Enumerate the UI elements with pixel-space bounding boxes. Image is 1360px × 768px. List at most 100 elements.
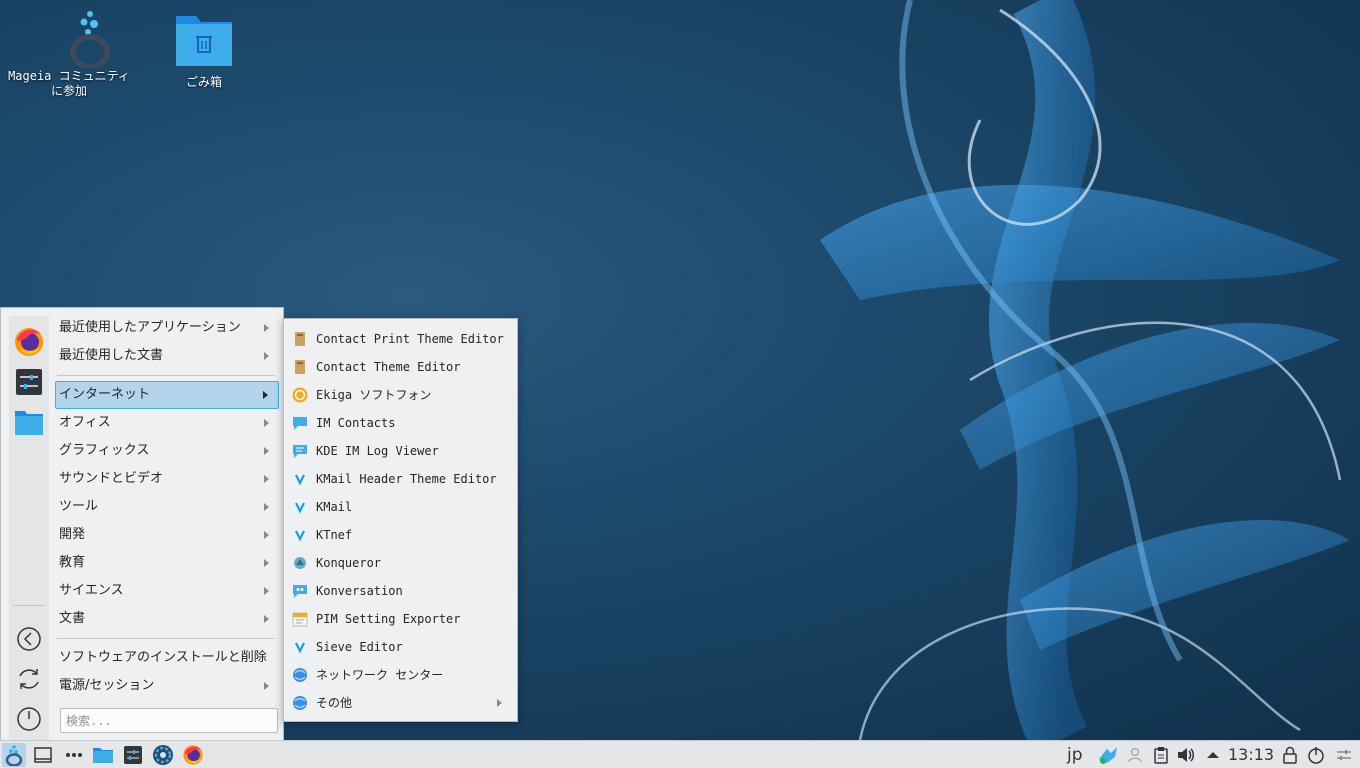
menu-item-sound-video[interactable]: サウンドとビデオ bbox=[55, 465, 279, 493]
submenu-item-label: KMail bbox=[316, 500, 353, 514]
submenu-item-other[interactable]: その他 bbox=[288, 689, 514, 717]
submenu-item-ekiga[interactable]: Ekiga ソフトフォン bbox=[288, 381, 514, 409]
menu-item-label: 教育 bbox=[59, 555, 86, 570]
other-icon bbox=[293, 696, 307, 710]
clock[interactable]: 13:13 bbox=[1228, 744, 1274, 766]
leave-button[interactable] bbox=[1304, 743, 1328, 767]
submenu-item-label: Contact Theme Editor bbox=[316, 360, 461, 374]
submenu-item-network-center[interactable]: ネットワーク センター bbox=[288, 661, 514, 689]
desktop-icon-label: Mageia コミュニティ bbox=[8, 69, 130, 83]
menu-item-install-software[interactable]: ソフトウェアのインストールと削除 bbox=[55, 644, 279, 672]
menu-item-label: サウンドとビデオ bbox=[59, 471, 164, 486]
back-icon bbox=[17, 627, 41, 651]
refresh-button[interactable] bbox=[11, 661, 47, 697]
menu-item-label: オフィス bbox=[59, 415, 111, 430]
app-launcher-button[interactable] bbox=[2, 743, 26, 767]
submenu-item-contact-print-theme-editor[interactable]: Contact Print Theme Editor bbox=[288, 325, 514, 353]
submenu-arrow-icon bbox=[264, 615, 269, 623]
favorite-firefox[interactable] bbox=[11, 324, 47, 360]
taskbar: jp 13:13 bbox=[0, 740, 1360, 768]
submenu-item-konqueror[interactable]: Konqueror bbox=[288, 549, 514, 577]
desktop-icon-trash[interactable]: ごみ箱 bbox=[139, 12, 269, 90]
taskbar-file-manager[interactable] bbox=[91, 743, 115, 767]
taskbar-system-settings[interactable] bbox=[121, 743, 145, 767]
menu-item-power-session[interactable]: 電源/セッション bbox=[55, 672, 279, 700]
back-button[interactable] bbox=[11, 621, 47, 657]
submenu-arrow-icon bbox=[264, 682, 269, 690]
submenu-item-label: PIM Setting Exporter bbox=[316, 612, 461, 626]
menu-item-internet[interactable]: インターネット bbox=[55, 381, 279, 409]
submenu-item-kmail-header-theme-editor[interactable]: KMail Header Theme Editor bbox=[288, 465, 514, 493]
menu-item-label: 最近使用したアプリケーション bbox=[59, 320, 241, 335]
menu-item-label: グラフィックス bbox=[59, 443, 150, 458]
desktop-icon-label: ごみ箱 bbox=[185, 75, 222, 89]
submenu-arrow-icon bbox=[264, 503, 269, 511]
submenu-arrow-icon bbox=[264, 531, 269, 539]
show-desktop-button[interactable] bbox=[31, 743, 55, 767]
submenu-item-im-contacts[interactable]: IM Contacts bbox=[288, 409, 514, 437]
taskbar-mageia-control-center[interactable] bbox=[151, 743, 175, 767]
user-status-icon bbox=[1128, 747, 1142, 763]
submenu-item-kmail[interactable]: KMail bbox=[288, 493, 514, 521]
favorite-settings[interactable] bbox=[11, 364, 47, 400]
submenu-item-kde-im-log-viewer[interactable]: KDE IM Log Viewer bbox=[288, 437, 514, 465]
submenu-item-pim-setting-exporter[interactable]: PIM Setting Exporter bbox=[288, 605, 514, 633]
more-button[interactable] bbox=[62, 743, 86, 767]
ktnef-icon bbox=[293, 528, 307, 542]
submenu-item-label: KTnef bbox=[316, 528, 353, 542]
menu-item-label: 電源/セッション bbox=[59, 678, 155, 693]
menu-item-office[interactable]: オフィス bbox=[55, 409, 279, 437]
power-icon bbox=[17, 707, 41, 731]
menu-item-label: 開発 bbox=[59, 527, 86, 542]
submenu-item-label: Sieve Editor bbox=[316, 640, 403, 654]
submenu-item-ktnef[interactable]: KTnef bbox=[288, 521, 514, 549]
menu-item-label: 最近使用した文書 bbox=[59, 348, 164, 363]
konversation-icon bbox=[293, 585, 307, 598]
menu-item-label: ツール bbox=[59, 499, 99, 514]
menu-sidebar bbox=[9, 316, 49, 740]
more-icon bbox=[66, 753, 82, 757]
submenu-item-sieve-editor[interactable]: Sieve Editor bbox=[288, 633, 514, 661]
tray-volume[interactable] bbox=[1174, 743, 1198, 767]
mageia-control-center-icon bbox=[153, 745, 173, 765]
panel-settings-button[interactable] bbox=[1332, 743, 1356, 767]
submenu-item-label: IM Contacts bbox=[316, 416, 396, 430]
tray-clipboard[interactable] bbox=[1149, 743, 1173, 767]
lock-screen-button[interactable] bbox=[1278, 743, 1302, 767]
menu-search-input[interactable] bbox=[60, 708, 278, 733]
keyboard-layout-indicator[interactable]: jp bbox=[1067, 744, 1083, 766]
clipboard-icon bbox=[1154, 747, 1168, 764]
menu-item-science[interactable]: サイエンス bbox=[55, 577, 279, 605]
submenu-arrow-icon bbox=[264, 324, 269, 332]
application-menu: 最近使用したアプリケーション 最近使用した文書 インターネット オフィス グラフ… bbox=[0, 307, 284, 740]
chevron-up-icon bbox=[1207, 752, 1219, 758]
pim-exporter-icon bbox=[292, 612, 308, 627]
system-settings-icon bbox=[124, 746, 142, 764]
mageia-community-icon bbox=[69, 11, 110, 70]
ekiga-icon bbox=[292, 387, 308, 403]
menu-item-education[interactable]: 教育 bbox=[55, 549, 279, 577]
menu-item-recent-documents[interactable]: 最近使用した文書 bbox=[55, 342, 279, 370]
menu-separator bbox=[57, 638, 275, 639]
desktop-icon-mageia-community[interactable]: Mageia コミュニティ に参加 bbox=[4, 8, 134, 99]
im-contacts-icon bbox=[293, 417, 307, 430]
menu-item-recent-apps[interactable]: 最近使用したアプリケーション bbox=[55, 314, 279, 342]
menu-item-tools[interactable]: ツール bbox=[55, 493, 279, 521]
menu-item-documents[interactable]: 文書 bbox=[55, 605, 279, 633]
tray-update-notifier[interactable] bbox=[1096, 743, 1120, 767]
menu-item-graphics[interactable]: グラフィックス bbox=[55, 437, 279, 465]
power-button[interactable] bbox=[11, 701, 47, 737]
kmail-icon bbox=[293, 472, 307, 486]
submenu-item-label: KMail Header Theme Editor bbox=[316, 472, 497, 486]
favorite-file-manager[interactable] bbox=[11, 404, 47, 440]
tray-user-status[interactable] bbox=[1124, 743, 1148, 767]
theme-editor-icon bbox=[295, 360, 305, 374]
submenu-arrow-icon bbox=[264, 419, 269, 427]
taskbar-firefox[interactable] bbox=[181, 743, 205, 767]
submenu-item-konversation[interactable]: Konversation bbox=[288, 577, 514, 605]
tray-expand-button[interactable] bbox=[1201, 743, 1225, 767]
internet-submenu: Contact Print Theme Editor Contact Theme… bbox=[283, 318, 518, 722]
submenu-arrow-icon bbox=[264, 447, 269, 455]
submenu-item-contact-theme-editor[interactable]: Contact Theme Editor bbox=[288, 353, 514, 381]
menu-item-development[interactable]: 開発 bbox=[55, 521, 279, 549]
